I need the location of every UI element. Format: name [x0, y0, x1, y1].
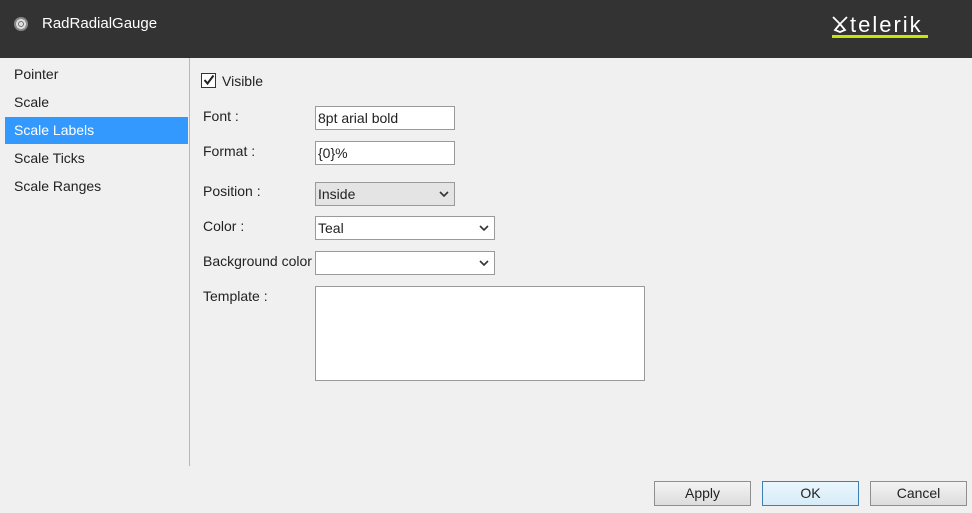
sidebar-item-scale-ticks[interactable]: Scale Ticks	[5, 145, 188, 172]
position-select[interactable]: Inside	[315, 182, 455, 206]
sidebar-item-scale[interactable]: Scale	[5, 89, 188, 116]
telerik-mark-icon	[832, 16, 848, 33]
visible-checkbox[interactable]	[201, 73, 216, 88]
chevron-down-icon	[479, 225, 489, 232]
telerik-logo: telerik	[832, 12, 932, 40]
background-color-label-clip: Background color :	[203, 253, 315, 269]
title-bar: RadRadialGauge telerik	[0, 0, 972, 58]
template-label: Template :	[203, 288, 268, 304]
color-label: Color :	[203, 218, 245, 234]
format-label: Format :	[203, 143, 256, 159]
checkmark-icon	[203, 74, 215, 86]
sidebar: Pointer Scale Scale Labels Scale Ticks S…	[0, 58, 190, 466]
sidebar-item-scale-labels[interactable]: Scale Labels	[5, 117, 188, 144]
window-title: RadRadialGauge	[42, 15, 158, 32]
ok-button[interactable]: OK	[762, 481, 859, 506]
brand-underline	[832, 35, 928, 38]
background-color-label: Background color :	[203, 253, 315, 269]
gauge-icon	[14, 17, 28, 31]
apply-button[interactable]: Apply	[654, 481, 751, 506]
cancel-button[interactable]: Cancel	[870, 481, 967, 506]
format-input[interactable]: {0}%	[315, 141, 455, 165]
color-select-value: Teal	[318, 220, 344, 236]
chevron-down-icon	[479, 260, 489, 267]
template-textarea[interactable]	[315, 286, 645, 381]
position-select-value: Inside	[318, 186, 356, 202]
sidebar-item-scale-ranges[interactable]: Scale Ranges	[5, 173, 188, 200]
background-color-select[interactable]	[315, 251, 495, 275]
color-select[interactable]: Teal	[315, 216, 495, 240]
position-label: Position :	[203, 183, 261, 199]
font-label: Font :	[203, 108, 239, 124]
sidebar-item-pointer[interactable]: Pointer	[5, 61, 188, 88]
font-input[interactable]: 8pt arial bold	[315, 106, 455, 130]
chevron-down-icon	[439, 191, 449, 198]
visible-label: Visible	[222, 73, 263, 89]
